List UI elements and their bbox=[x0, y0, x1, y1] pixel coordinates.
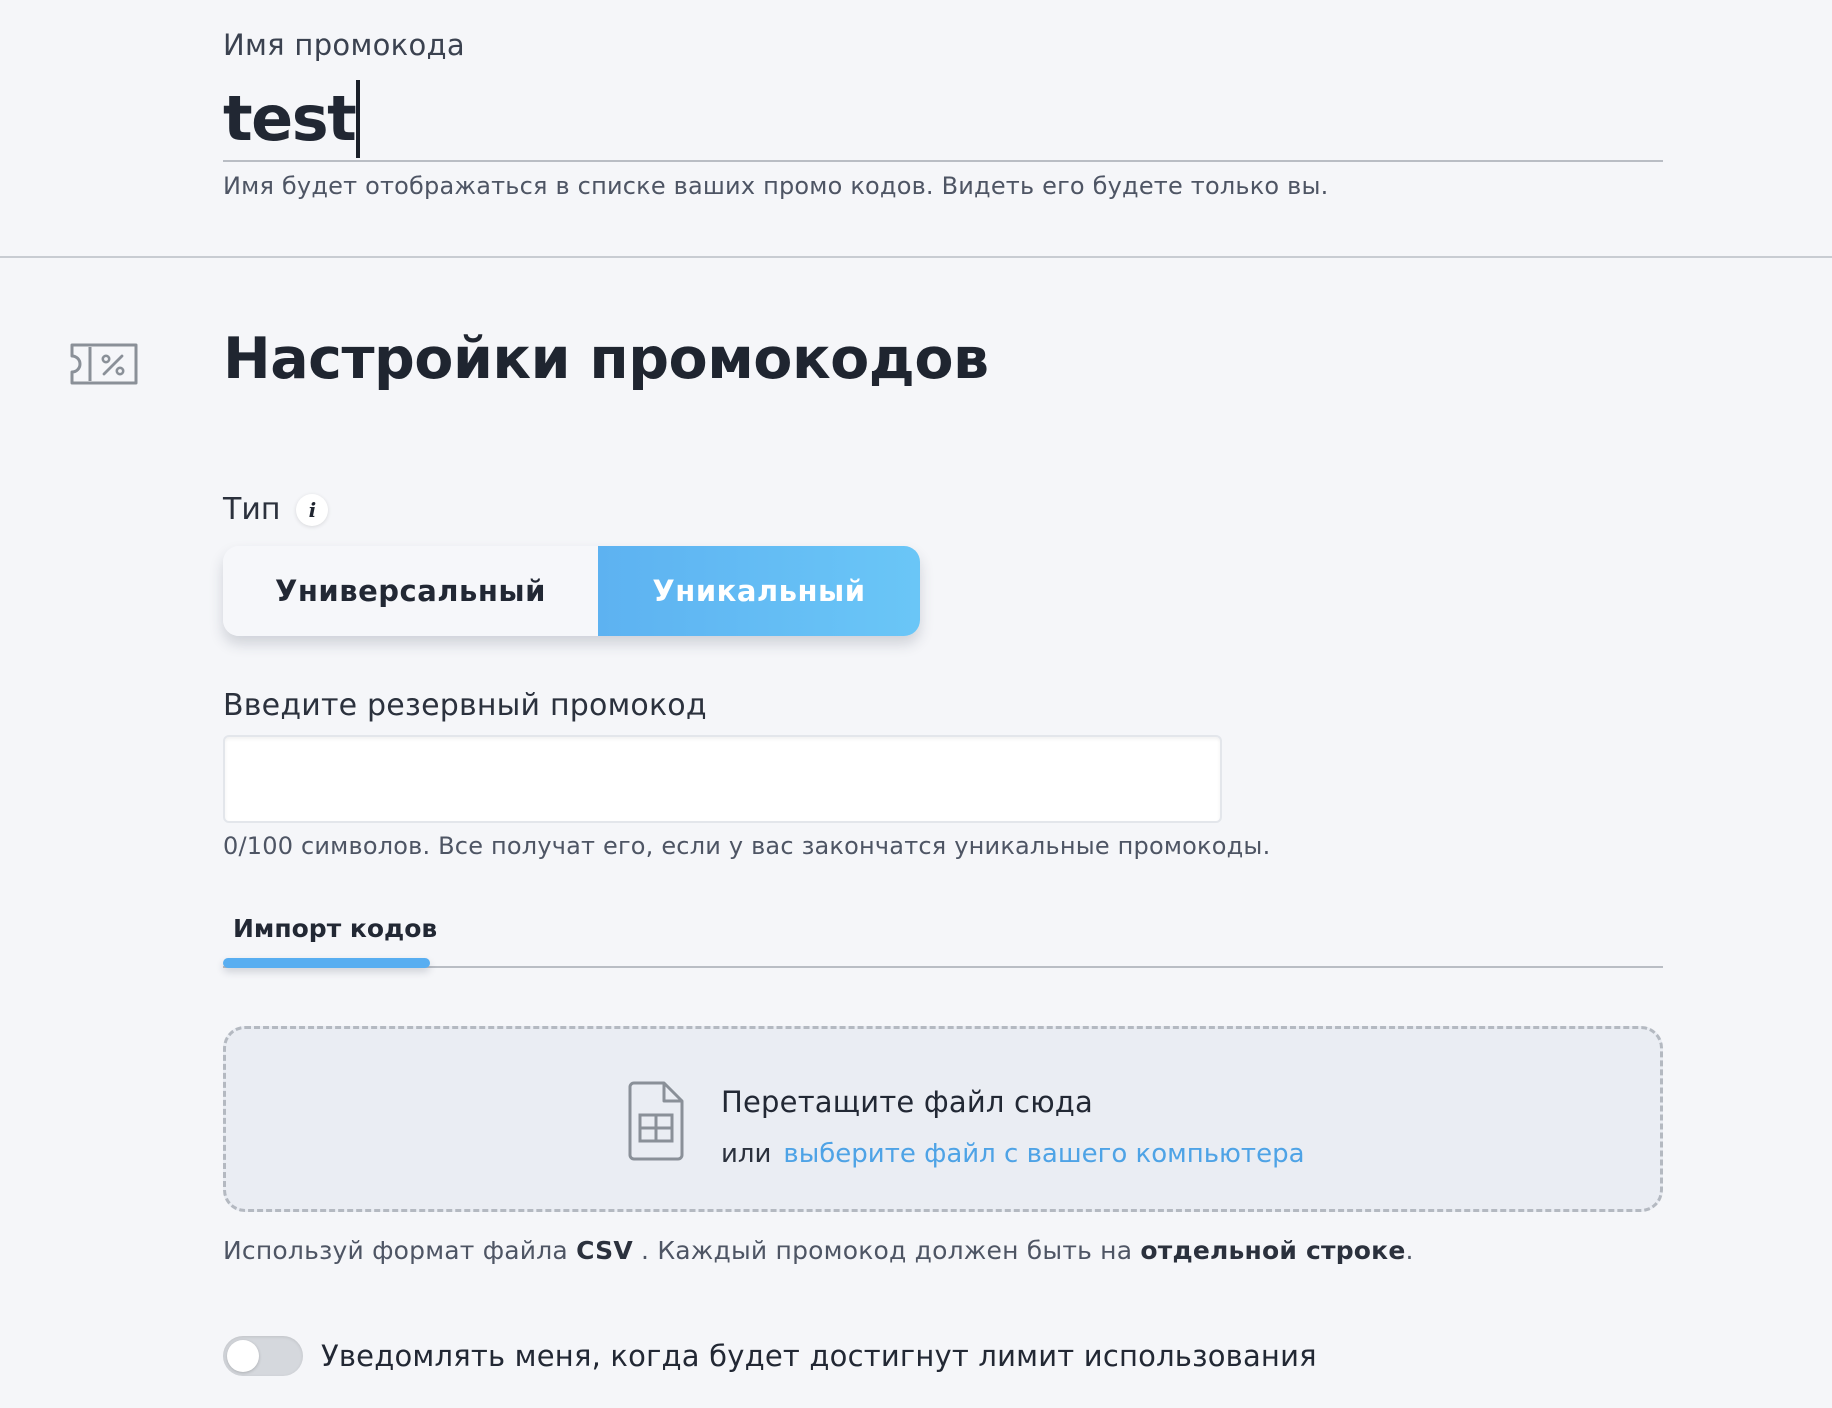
import-tabs: Импорт кодов bbox=[223, 906, 1663, 968]
format-hint: Используй формат файла CSV . Каждый пром… bbox=[223, 1236, 1414, 1265]
dropzone-subtitle: или выберите файл с вашего компьютера bbox=[721, 1139, 1305, 1169]
promo-name-input[interactable]: test bbox=[223, 78, 1663, 162]
section-divider bbox=[0, 256, 1832, 258]
reserve-code-input[interactable] bbox=[223, 735, 1222, 823]
reserve-code-label: Введите резервный промокод bbox=[223, 688, 707, 723]
dropzone-title: Перетащите файл сюда bbox=[721, 1085, 1094, 1119]
format-hint-format: CSV bbox=[576, 1236, 633, 1265]
spreadsheet-file-icon bbox=[628, 1081, 684, 1161]
text-caret bbox=[356, 80, 361, 158]
type-field: Тип i bbox=[223, 492, 329, 527]
type-toggle: Универсальный Уникальный bbox=[223, 546, 920, 636]
info-icon[interactable]: i bbox=[296, 493, 329, 526]
promo-name-value: test bbox=[223, 82, 357, 155]
promo-name-label: Имя промокода bbox=[223, 28, 465, 62]
dropzone-or: или bbox=[721, 1139, 772, 1169]
file-dropzone[interactable]: Перетащите файл сюда или выберите файл с … bbox=[223, 1026, 1663, 1212]
format-hint-suffix: . bbox=[1405, 1236, 1414, 1265]
type-unique-button[interactable]: Уникальный bbox=[598, 546, 920, 636]
toggle-knob bbox=[227, 1340, 259, 1372]
promo-name-hint: Имя будет отображаться в списке ваших пр… bbox=[223, 172, 1329, 200]
choose-file-link[interactable]: выберите файл с вашего компьютера bbox=[783, 1139, 1304, 1169]
active-tab-indicator bbox=[223, 958, 430, 968]
reserve-code-hint: 0/100 символов. Все получат его, если у … bbox=[223, 832, 1271, 860]
type-universal-button[interactable]: Универсальный bbox=[223, 546, 598, 636]
format-hint-prefix: Используй формат файла bbox=[223, 1236, 577, 1265]
ticket-percent-icon bbox=[70, 343, 138, 385]
notify-toggle[interactable] bbox=[223, 1336, 303, 1376]
tab-import-codes[interactable]: Импорт кодов bbox=[233, 914, 437, 943]
notify-row: Уведомлять меня, когда будет достигнут л… bbox=[223, 1336, 1317, 1376]
type-label: Тип bbox=[223, 492, 281, 527]
notify-label: Уведомлять меня, когда будет достигнут л… bbox=[321, 1339, 1317, 1373]
format-hint-emphasis: отдельной строке bbox=[1140, 1236, 1406, 1265]
section-title: Настройки промокодов bbox=[223, 326, 989, 392]
format-hint-middle: . Каждый промокод должен быть на bbox=[632, 1236, 1141, 1265]
